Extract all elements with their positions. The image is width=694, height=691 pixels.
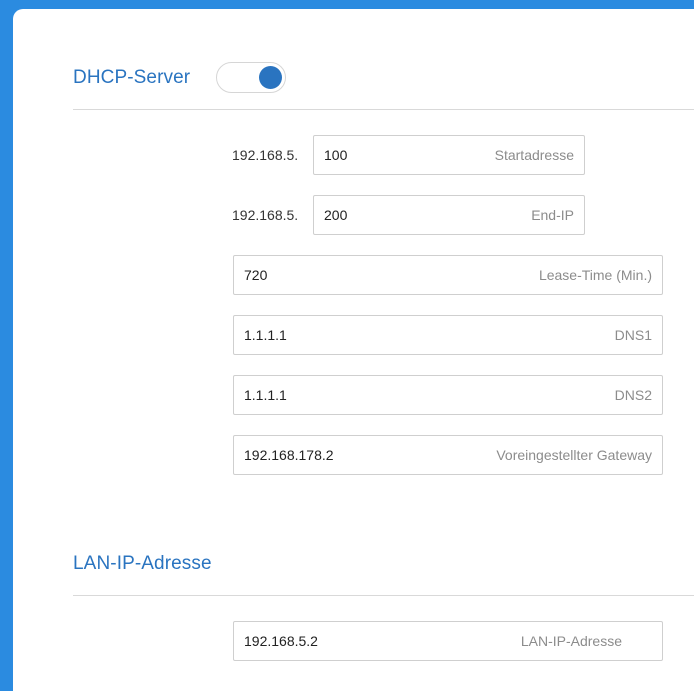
section-divider — [73, 595, 694, 596]
end-ip-prefix: 192.168.5. — [232, 207, 299, 223]
end-ip-field[interactable]: 200 End-IP — [313, 195, 585, 235]
dns1-placeholder: DNS1 — [614, 327, 652, 343]
start-address-value: 100 — [324, 147, 348, 163]
start-address-placeholder: Startadresse — [494, 147, 574, 163]
dns2-field[interactable]: 1.1.1.1 DNS2 — [233, 375, 663, 415]
default-gateway-placeholder: Voreingestellter Gateway — [496, 447, 652, 463]
dns1-field[interactable]: 1.1.1.1 DNS1 — [233, 315, 663, 355]
toggle-knob — [259, 66, 282, 89]
dns1-value: 1.1.1.1 — [244, 327, 287, 343]
lease-time-value: 720 — [244, 267, 268, 283]
lan-ip-field[interactable]: 192.168.5.2 LAN-IP-Adresse — [233, 621, 663, 661]
default-gateway-value: 192.168.178.2 — [244, 447, 334, 463]
lease-time-field[interactable]: 720 Lease-Time (Min.) — [233, 255, 663, 295]
dns2-value: 1.1.1.1 — [244, 387, 287, 403]
settings-panel: DHCP-Server 192.168.5. 100 Startadresse … — [13, 9, 694, 691]
dhcp-server-title: DHCP-Server — [73, 67, 191, 88]
default-gateway-field[interactable]: 192.168.178.2 Voreingestellter Gateway — [233, 435, 663, 475]
end-ip-placeholder: End-IP — [531, 207, 574, 223]
end-ip-value: 200 — [324, 207, 348, 223]
section-divider — [73, 109, 694, 110]
lan-ip-value: 192.168.5.2 — [244, 633, 318, 649]
dns2-placeholder: DNS2 — [614, 387, 652, 403]
lan-ip-title: LAN-IP-Adresse — [73, 553, 212, 574]
dhcp-server-toggle[interactable] — [216, 62, 286, 93]
lan-ip-placeholder: LAN-IP-Adresse — [520, 633, 622, 649]
start-address-field[interactable]: 100 Startadresse — [313, 135, 585, 175]
start-ip-prefix: 192.168.5. — [232, 147, 299, 163]
lease-time-placeholder: Lease-Time (Min.) — [538, 267, 652, 283]
